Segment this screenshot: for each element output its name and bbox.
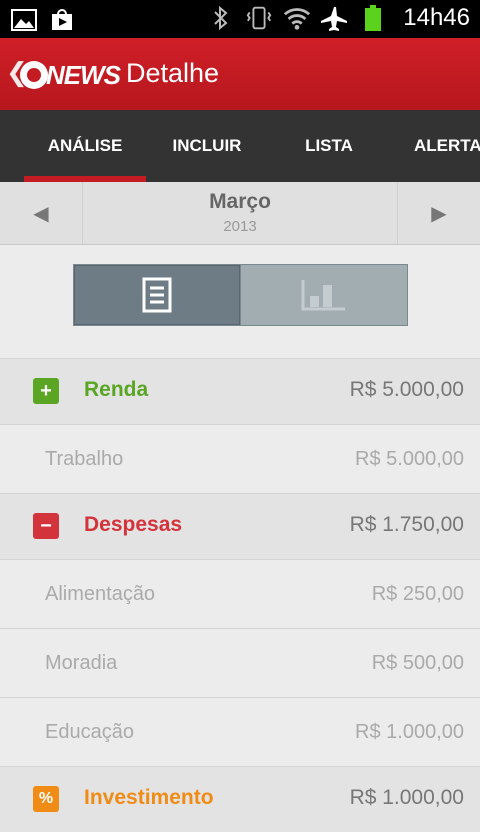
item-amount: R$ 250,00: [371, 583, 464, 605]
status-bar: 14h46: [0, 0, 480, 38]
next-month-button[interactable]: ▶: [397, 182, 480, 244]
category-label: Renda: [84, 378, 149, 401]
item-label: Alimentação: [45, 583, 156, 605]
month-display: Março 2013: [82, 182, 398, 244]
list-view-icon: [142, 277, 172, 313]
chart-view-icon: [301, 280, 345, 311]
page-title: Detalhe: [126, 58, 220, 88]
chart-view-button[interactable]: [240, 265, 407, 325]
action-bar: ❮ NEWS Detalhe: [0, 38, 480, 110]
image-icon: [10, 6, 38, 34]
previous-month-button[interactable]: ◀: [0, 182, 83, 244]
month-selector: ◀ Março 2013 ▶: [0, 182, 480, 245]
item-label: Educação: [45, 721, 134, 743]
airplane-icon: [321, 4, 349, 32]
minus-icon: −: [33, 513, 59, 539]
item-label: Trabalho: [45, 448, 124, 470]
summary-list: + Renda R$ 5.000,00 Trabalho R$ 5.000,00…: [0, 358, 480, 832]
chevron-left-icon: ◀: [33, 201, 49, 225]
app-logo[interactable]: NEWS: [20, 59, 121, 90]
category-amount: R$ 1.000,00: [349, 786, 464, 809]
battery-icon: [359, 4, 387, 32]
category-label: Investimento: [84, 786, 214, 809]
item-amount: R$ 1.000,00: [355, 721, 464, 743]
logo-globe-icon: [20, 61, 48, 89]
play-store-icon: [48, 6, 76, 34]
month-year: 2013: [223, 218, 257, 235]
category-amount: R$ 1.750,00: [349, 513, 464, 536]
bluetooth-icon: [207, 4, 235, 32]
category-amount: R$ 5.000,00: [349, 378, 464, 401]
item-amount: R$ 5.000,00: [355, 448, 464, 470]
list-view-button[interactable]: [74, 265, 240, 325]
list-item[interactable]: Alimentação R$ 250,00: [0, 559, 480, 628]
plus-icon: +: [33, 378, 59, 404]
vibrate-icon: [245, 4, 273, 32]
category-row-renda[interactable]: + Renda R$ 5.000,00: [0, 358, 480, 424]
month-name: Março: [209, 190, 271, 213]
item-label: Moradia: [45, 652, 118, 674]
clock: 14h46: [403, 4, 470, 31]
tab-analise[interactable]: ANÁLISE: [24, 110, 146, 182]
chevron-right-icon: ▶: [431, 201, 447, 225]
category-label: Despesas: [84, 513, 183, 536]
list-item[interactable]: Moradia R$ 500,00: [0, 628, 480, 697]
tab-bar: ANÁLISE INCLUIR LISTA ALERTAS: [0, 110, 480, 182]
tab-alertas[interactable]: ALERTAS: [390, 110, 480, 182]
view-toggle: [73, 264, 408, 326]
category-row-investimento[interactable]: % Investimento R$ 1.000,00: [0, 766, 480, 832]
tab-lista[interactable]: LISTA: [268, 110, 390, 182]
list-item[interactable]: Trabalho R$ 5.000,00: [0, 424, 480, 493]
percent-icon: %: [33, 786, 59, 812]
tab-incluir[interactable]: INCLUIR: [146, 110, 268, 182]
wifi-icon: [283, 4, 311, 32]
category-row-despesas[interactable]: − Despesas R$ 1.750,00: [0, 493, 480, 559]
item-amount: R$ 500,00: [371, 652, 464, 674]
list-item[interactable]: Educação R$ 1.000,00: [0, 697, 480, 766]
logo-wordmark: NEWS: [46, 59, 121, 90]
